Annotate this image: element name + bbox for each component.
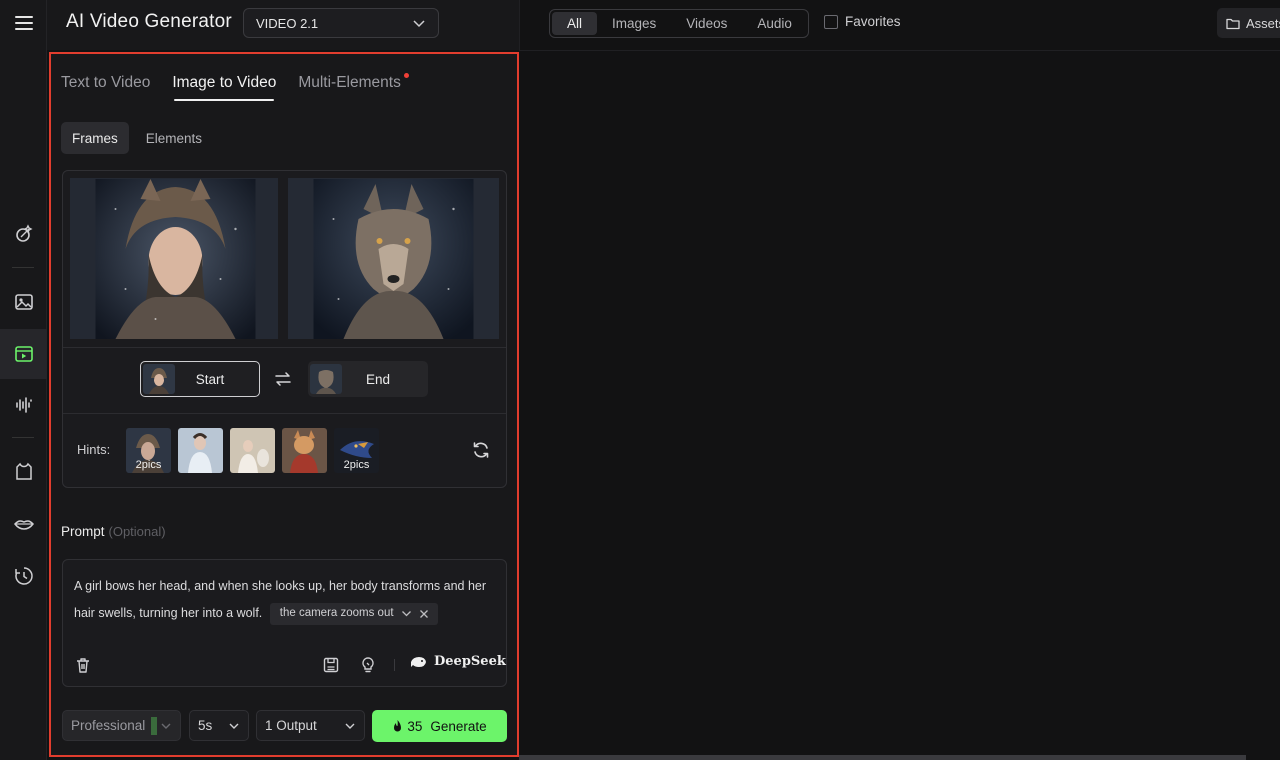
hint-item[interactable] (230, 428, 275, 473)
end-thumbnail (310, 364, 342, 394)
generator-panel: Text to Video Image to Video Multi-Eleme… (49, 52, 519, 757)
chevron-down-icon (345, 723, 355, 729)
camera-chip-label: the camera zooms out (279, 607, 394, 620)
chevron-down-icon (413, 20, 425, 28)
wolf-image (313, 179, 474, 339)
whale-icon (411, 656, 426, 667)
deepseek-label: DeepSeek (434, 654, 506, 669)
prompt-box[interactable]: A girl bows her head, and when she looks… (62, 559, 507, 687)
end-label: End (365, 371, 391, 387)
subtab-elements[interactable]: Elements (135, 122, 213, 154)
hint-thumbnail (230, 428, 275, 473)
lightbulb-icon[interactable] (359, 656, 377, 674)
deepseek-button[interactable]: DeepSeek (410, 654, 506, 669)
sub-tabs: Frames Elements (61, 122, 213, 154)
left-rail (0, 0, 47, 760)
tab-image-to-video[interactable]: Image to Video (172, 74, 276, 101)
hints-label: Hints: (77, 442, 111, 457)
assets-button[interactable]: Assets (1217, 8, 1280, 38)
chevron-down-icon[interactable] (401, 608, 412, 619)
favorites-checkbox[interactable] (824, 14, 838, 29)
toolbar-separator (394, 659, 395, 671)
output-count-value: 1 Output (265, 718, 317, 733)
favorites-label: Favorites (845, 14, 901, 29)
camera-chip[interactable]: the camera zooms out (269, 602, 438, 625)
hint-thumbnail (282, 428, 327, 473)
trash-icon[interactable] (74, 656, 92, 674)
swap-icon[interactable] (274, 370, 292, 388)
frames-box: Start End Hints: 2pics 2pics (62, 170, 507, 488)
favorites-toggle[interactable]: Favorites (824, 14, 901, 29)
hint-item[interactable] (178, 428, 223, 473)
library-filter-group: All Images Videos Audio (549, 9, 809, 38)
filter-images[interactable]: Images (597, 12, 671, 35)
image-icon[interactable] (0, 281, 47, 323)
credit-amount: 35 (407, 718, 423, 734)
magic-brush-icon[interactable] (0, 213, 47, 255)
end-frame-preview[interactable] (288, 178, 499, 339)
generate-controls: Professional 5s 1 Output 35 Generate (62, 710, 507, 742)
mode-select-value: Professional (71, 718, 146, 733)
app-title: AI Video Generator (66, 11, 232, 32)
generate-button[interactable]: 35 Generate (372, 710, 507, 742)
tab-text-to-video[interactable]: Text to Video (61, 74, 150, 100)
mode-indicator (150, 716, 157, 735)
end-frame-button[interactable]: End (308, 361, 428, 397)
model-select[interactable]: VIDEO 2.1 (243, 8, 439, 38)
filter-all[interactable]: All (552, 12, 598, 35)
hint-item[interactable]: 2pics (334, 428, 379, 473)
library-header: All Images Videos Audio Favorites Assets (519, 0, 1280, 51)
start-frame-button[interactable]: Start (140, 361, 260, 397)
filter-audio[interactable]: Audio (742, 12, 807, 35)
assets-label: Assets (1246, 15, 1280, 31)
chevron-down-icon (229, 723, 239, 729)
filter-videos[interactable]: Videos (671, 12, 742, 35)
frame-previews (63, 171, 506, 348)
hint-tag: 2pics (343, 459, 370, 471)
save-prompt-icon[interactable] (322, 656, 340, 674)
audio-wave-icon[interactable] (0, 384, 47, 426)
new-badge-dot (403, 73, 409, 78)
start-thumbnail (143, 364, 175, 394)
flame-icon (394, 719, 402, 731)
start-end-row: Start End (63, 348, 506, 414)
shirt-icon[interactable] (0, 451, 47, 493)
hint-item[interactable]: 2pics (126, 428, 171, 473)
mode-select[interactable]: Professional (62, 710, 181, 741)
folder-icon (1226, 18, 1240, 29)
hints-row: Hints: 2pics 2pics (63, 414, 506, 487)
subtab-frames[interactable]: Frames (61, 122, 129, 154)
prompt-textarea[interactable]: A girl bows her head, and when she looks… (74, 573, 499, 627)
prompt-label: Prompt (Optional) (61, 524, 166, 539)
start-label: Start (195, 371, 225, 387)
prompt-optional-hint: (Optional) (108, 524, 166, 539)
panel-header: AI Video Generator VIDEO 2.1 (47, 0, 519, 50)
chevron-down-icon (161, 723, 171, 729)
menu-icon[interactable] (0, 2, 47, 44)
output-count-select[interactable]: 1 Output (256, 710, 365, 741)
girl-wolf-hood-image (95, 179, 256, 339)
lips-icon[interactable] (0, 503, 47, 545)
credit-cost: 35 (392, 719, 422, 734)
prompt-title: Prompt (61, 524, 105, 539)
hint-item[interactable] (282, 428, 327, 473)
tab-multi-elements[interactable]: Multi-Elements (298, 73, 409, 100)
generate-label: Generate (430, 718, 487, 734)
horizontal-scrollbar[interactable] (519, 755, 1246, 760)
refresh-icon[interactable] (471, 440, 491, 460)
hint-thumbnail (178, 428, 223, 473)
history-icon[interactable] (0, 555, 47, 597)
duration-value: 5s (198, 718, 213, 733)
close-icon[interactable] (419, 609, 429, 619)
duration-select[interactable]: 5s (189, 710, 249, 741)
video-icon[interactable] (0, 329, 47, 379)
hint-tag: 2pics (135, 459, 162, 471)
start-frame-preview[interactable] (70, 178, 278, 339)
model-select-value: VIDEO 2.1 (256, 15, 319, 31)
mode-tabs: Text to Video Image to Video Multi-Eleme… (61, 73, 409, 101)
